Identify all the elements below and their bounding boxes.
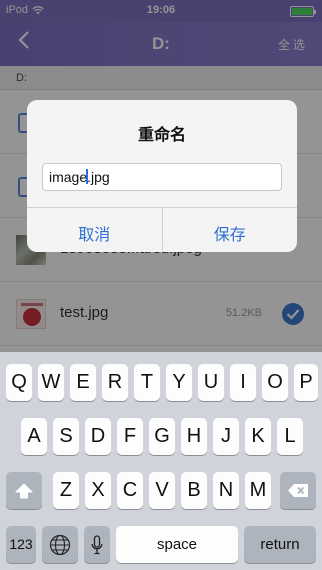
key-m[interactable]: M bbox=[245, 472, 271, 509]
backspace-icon bbox=[288, 484, 308, 498]
key-a[interactable]: A bbox=[21, 418, 47, 455]
cancel-button[interactable]: 取消 bbox=[27, 208, 162, 252]
key-l[interactable]: L bbox=[277, 418, 303, 455]
key-p[interactable]: P bbox=[294, 364, 318, 401]
save-button[interactable]: 保存 bbox=[161, 208, 298, 252]
key-s[interactable]: S bbox=[53, 418, 79, 455]
key-o[interactable]: O bbox=[262, 364, 288, 401]
dialog-title: 重命名 bbox=[137, 127, 186, 144]
rename-dialog: 重命名 image.jpg 取消 保存 bbox=[27, 100, 297, 252]
globe-key[interactable] bbox=[42, 526, 78, 563]
return-key[interactable]: return bbox=[244, 526, 316, 563]
key-d[interactable]: D bbox=[85, 418, 111, 455]
key-v[interactable]: V bbox=[149, 472, 175, 509]
numbers-key[interactable]: 123 bbox=[6, 526, 36, 563]
globe-icon bbox=[49, 534, 71, 555]
space-key[interactable]: space bbox=[116, 526, 238, 563]
key-w[interactable]: W bbox=[38, 364, 64, 401]
key-c[interactable]: C bbox=[117, 472, 143, 509]
shift-icon bbox=[15, 483, 33, 499]
input-text-before-caret: image bbox=[49, 169, 88, 185]
key-i[interactable]: I bbox=[230, 364, 256, 401]
keyboard: Q W E R T Y U I O P A S D F G H J K L Z … bbox=[0, 352, 322, 570]
dictation-key[interactable] bbox=[84, 526, 110, 563]
input-text-after-caret: .jpg bbox=[87, 169, 110, 185]
microphone-icon bbox=[91, 535, 103, 554]
key-b[interactable]: B bbox=[181, 472, 207, 509]
filename-input[interactable]: image.jpg bbox=[42, 163, 282, 191]
key-k[interactable]: K bbox=[245, 418, 271, 455]
dialog-buttons: 取消 保存 bbox=[27, 207, 297, 252]
key-y[interactable]: Y bbox=[166, 364, 192, 401]
key-g[interactable]: G bbox=[149, 418, 175, 455]
key-r[interactable]: R bbox=[102, 364, 128, 401]
key-n[interactable]: N bbox=[213, 472, 239, 509]
key-j[interactable]: J bbox=[213, 418, 239, 455]
key-h[interactable]: H bbox=[181, 418, 207, 455]
key-e[interactable]: E bbox=[70, 364, 96, 401]
key-q[interactable]: Q bbox=[6, 364, 32, 401]
backspace-key[interactable] bbox=[280, 472, 316, 509]
shift-key[interactable] bbox=[6, 472, 42, 509]
key-t[interactable]: T bbox=[134, 364, 160, 401]
key-x[interactable]: X bbox=[85, 472, 111, 509]
key-f[interactable]: F bbox=[117, 418, 143, 455]
key-u[interactable]: U bbox=[198, 364, 224, 401]
key-z[interactable]: Z bbox=[53, 472, 79, 509]
